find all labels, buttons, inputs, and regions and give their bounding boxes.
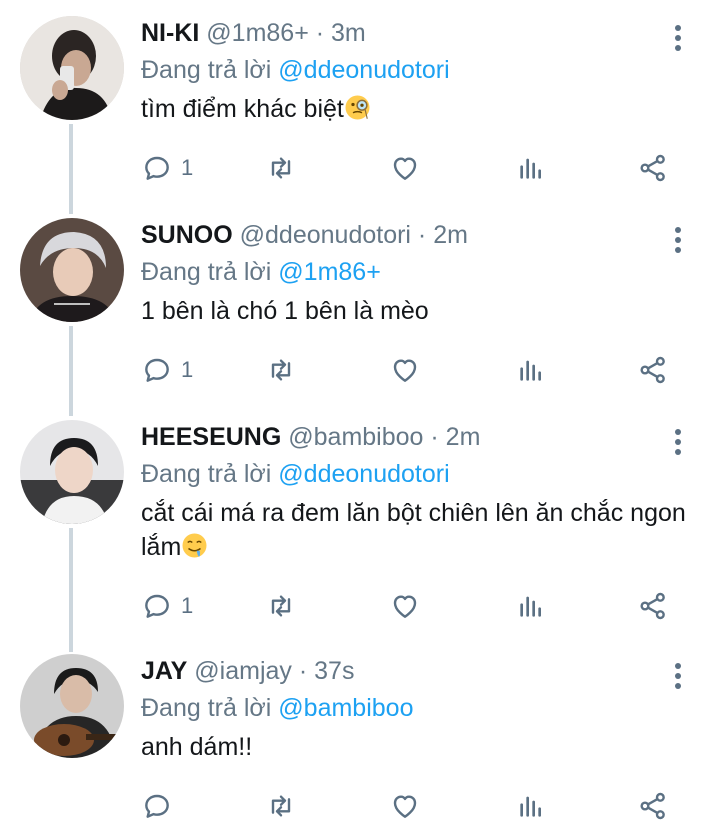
tweet-actions: 1 xyxy=(141,148,701,188)
drooling-face-emoji-icon xyxy=(182,533,207,558)
share-button[interactable] xyxy=(637,786,669,826)
share-button[interactable] xyxy=(637,586,669,626)
tweet-header: SUNOO @ddeonudotori · 2m xyxy=(141,218,640,252)
tweet-header: NI-KI @1m86+ · 3m xyxy=(141,16,640,50)
reply-button[interactable]: 1 xyxy=(141,586,193,626)
share-icon xyxy=(640,592,665,620)
replying-to: Đang trả lời @bambiboo xyxy=(141,691,413,725)
replying-to: Đang trả lời @ddeonudotori xyxy=(141,457,450,491)
analytics-icon xyxy=(520,796,541,817)
analytics-icon xyxy=(520,360,541,381)
tweet-text: tìm điểm khác biệt xyxy=(141,92,701,126)
reply-handle-link[interactable]: @bambiboo xyxy=(278,694,413,722)
reply-count: 1 xyxy=(181,155,194,180)
display-name[interactable]: HEESEUNG xyxy=(141,423,281,451)
reply-prefix: Đang trả lời xyxy=(141,460,272,488)
reply-icon xyxy=(145,594,169,618)
retweet-icon xyxy=(271,595,291,617)
reply-prefix: Đang trả lời xyxy=(141,56,272,84)
reply-icon xyxy=(145,358,169,382)
handle-and-time: @ddeonudotori · 2m xyxy=(239,221,468,249)
avatar[interactable] xyxy=(20,420,124,524)
reply-button[interactable] xyxy=(141,786,181,826)
heart-icon xyxy=(393,595,417,618)
more-options-icon[interactable] xyxy=(664,22,692,58)
tweet-actions: 1 xyxy=(141,586,701,626)
tweet-text: 1 bên là chó 1 bên là mèo xyxy=(141,294,701,328)
tweet-text: anh dám!! xyxy=(141,730,701,764)
avatar[interactable] xyxy=(20,654,124,758)
like-button[interactable] xyxy=(389,148,421,188)
tweet-actions xyxy=(141,786,701,826)
heart-icon xyxy=(393,359,417,382)
reply-handle-link[interactable]: @ddeonudotori xyxy=(278,56,449,84)
tweet-header: HEESEUNG @bambiboo · 2m xyxy=(141,420,640,454)
reply-count: 1 xyxy=(181,593,194,618)
reply-button[interactable]: 1 xyxy=(141,148,193,188)
heart-icon xyxy=(393,795,417,818)
thread-line xyxy=(69,528,73,652)
reply-thread: NI-KI @1m86+ · 3m Đang trả lời @ddeonudo… xyxy=(0,0,720,833)
more-options-icon[interactable] xyxy=(664,224,692,260)
monocle-face-emoji-icon xyxy=(345,95,370,120)
retweet-icon xyxy=(271,795,291,817)
tweet-text-content: cắt cái má ra đem lăn bột chiên lên ăn c… xyxy=(141,499,686,561)
analytics-button[interactable] xyxy=(515,148,547,188)
retweet-icon xyxy=(271,359,291,381)
replying-to: Đang trả lời @1m86+ xyxy=(141,255,381,289)
analytics-icon xyxy=(520,158,541,179)
share-icon xyxy=(640,154,665,182)
thread-line xyxy=(69,326,73,416)
display-name[interactable]: NI-KI xyxy=(141,19,199,47)
retweet-button[interactable] xyxy=(265,350,297,390)
analytics-button[interactable] xyxy=(515,786,547,826)
retweet-icon xyxy=(271,157,291,179)
tweet-actions: 1 xyxy=(141,350,701,390)
reply-icon xyxy=(145,156,169,180)
tweet-text-content: 1 bên là chó 1 bên là mèo xyxy=(141,297,429,325)
display-name[interactable]: JAY xyxy=(141,657,187,685)
share-button[interactable] xyxy=(637,148,669,188)
handle-and-time: @1m86+ · 3m xyxy=(206,19,366,47)
thread-line xyxy=(69,124,73,214)
analytics-button[interactable] xyxy=(515,586,547,626)
replying-to: Đang trả lời @ddeonudotori xyxy=(141,53,450,87)
handle-and-time: @iamjay · 37s xyxy=(194,657,355,685)
retweet-button[interactable] xyxy=(265,586,297,626)
reply-icon xyxy=(145,794,169,818)
analytics-icon xyxy=(520,596,541,617)
retweet-button[interactable] xyxy=(265,786,297,826)
reply-handle-link[interactable]: @1m86+ xyxy=(278,258,381,286)
more-options-icon[interactable] xyxy=(664,660,692,696)
heart-icon xyxy=(393,157,417,180)
like-button[interactable] xyxy=(389,586,421,626)
avatar[interactable] xyxy=(20,218,124,322)
analytics-button[interactable] xyxy=(515,350,547,390)
handle-and-time: @bambiboo · 2m xyxy=(288,423,481,451)
reply-prefix: Đang trả lời xyxy=(141,258,272,286)
reply-handle-link[interactable]: @ddeonudotori xyxy=(278,460,449,488)
display-name[interactable]: SUNOO xyxy=(141,221,233,249)
reply-button[interactable]: 1 xyxy=(141,350,193,390)
retweet-button[interactable] xyxy=(265,148,297,188)
tweet-header: JAY @iamjay · 37s xyxy=(141,654,640,688)
share-icon xyxy=(640,792,665,820)
reply-prefix: Đang trả lời xyxy=(141,694,272,722)
more-options-icon[interactable] xyxy=(664,426,692,462)
avatar[interactable] xyxy=(20,16,124,120)
like-button[interactable] xyxy=(389,350,421,390)
like-button[interactable] xyxy=(389,786,421,826)
reply-count: 1 xyxy=(181,357,194,382)
share-icon xyxy=(640,356,665,384)
tweet-text: cắt cái má ra đem lăn bột chiên lên ăn c… xyxy=(141,496,686,564)
tweet-text-content: anh dám!! xyxy=(141,733,253,761)
share-button[interactable] xyxy=(637,350,669,390)
tweet-text-content: tìm điểm khác biệt xyxy=(141,95,344,123)
